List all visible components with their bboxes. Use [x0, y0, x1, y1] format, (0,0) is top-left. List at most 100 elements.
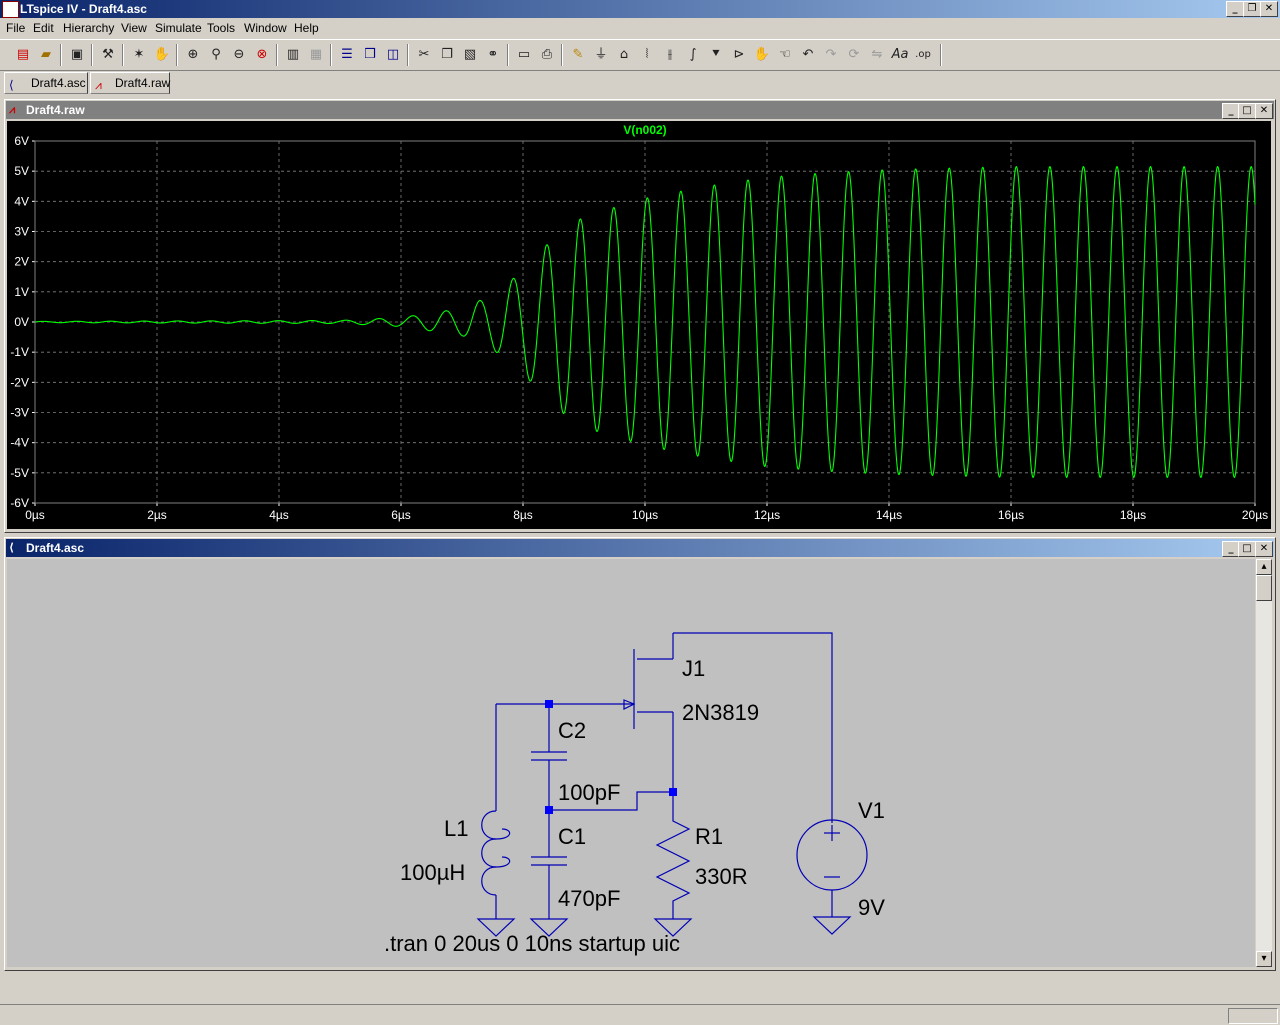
mirror-icon[interactable]: ⇋ — [867, 45, 887, 65]
autorange-icon[interactable]: ▥ — [283, 45, 303, 65]
waveform-window[interactable]: ⩘ Draft4.raw _ □ ✕ 6V 5V 4V 3V 2V 1V 0V -1V -2V -… — [4, 99, 1276, 533]
drag-icon[interactable]: ☜ — [775, 45, 795, 65]
paste-icon[interactable]: ▧ — [460, 45, 480, 65]
tab-draft4-raw[interactable]: ⩘ Draft4.raw — [90, 72, 170, 94]
schematic-window-title: Draft4.asc — [26, 541, 85, 555]
y-tick-label: -5V — [10, 466, 29, 480]
zoom-area-icon[interactable]: ⚲ — [206, 45, 226, 65]
find-icon[interactable]: ⚭ — [483, 45, 503, 65]
y-tick-label: 2V — [14, 255, 29, 269]
diode-icon[interactable]: ⯆ — [706, 45, 726, 65]
halt-icon[interactable]: ✋ — [152, 45, 172, 65]
capacitor-icon[interactable]: ⫲ — [660, 45, 680, 65]
y-tick-label: 0V — [14, 315, 29, 329]
waveform-plot[interactable]: 6V5V4V3V2V1V0V-1V-2V-3V-4V-5V-6V0µs 2µs 4µ… — [7, 121, 1271, 529]
c1-value-label[interactable]: 470pF — [558, 886, 620, 911]
control-panel-icon[interactable]: ⚒ — [98, 45, 118, 65]
new-schematic-icon[interactable]: ▤ — [13, 45, 33, 65]
x-tick-label: 4µs — [269, 508, 289, 522]
minimize-button[interactable]: _ — [1226, 1, 1244, 17]
open-icon[interactable]: ▰ — [36, 45, 56, 65]
trace-title[interactable]: V(n002) — [623, 123, 666, 137]
v1-ref-label[interactable]: V1 — [858, 798, 885, 823]
spice-directive[interactable]: .tran 0 20us 0 10ns startup uic — [384, 931, 680, 956]
schematic-canvas[interactable]: J1 2N3819 C2 100pF C1 470pF L1 100µH R1 … — [7, 559, 1255, 967]
scroll-thumb[interactable] — [1256, 575, 1272, 601]
menu-help[interactable]: Help — [294, 21, 319, 35]
menu-tools[interactable]: Tools — [207, 21, 235, 35]
rotate-icon[interactable]: ⟳ — [844, 45, 864, 65]
l1-ref-label[interactable]: L1 — [444, 816, 468, 841]
status-bar — [0, 1004, 1280, 1025]
tab-label: Draft4.asc — [31, 76, 86, 90]
move-icon[interactable]: ✋ — [752, 45, 772, 65]
close-button[interactable]: ✕ — [1255, 103, 1273, 119]
menu-edit[interactable]: Edit — [33, 21, 54, 35]
menu-simulate[interactable]: Simulate — [155, 21, 202, 35]
schematic-window[interactable]: ⟨ Draft4.asc _ □ ✕ J1 2N3819 C2 100pF C1… — [4, 537, 1276, 971]
copy-icon[interactable]: ❐ — [437, 45, 457, 65]
toolbar: ▤ ▰ ▣ ⚒ ✶ ✋ ⊕ ⚲ ⊖ ⊗ ▥ ▦ ☰ ❒ ◫ ✂ ❐ ▧ ⚭ ▭ … — [0, 39, 1280, 71]
restore-button[interactable]: ❐ — [1243, 1, 1261, 17]
resistor-icon[interactable]: ⦚ — [637, 45, 657, 65]
menu-view[interactable]: View — [121, 21, 147, 35]
print-setup-icon[interactable]: ▭ — [514, 45, 534, 65]
r1-value-label[interactable]: 330R — [695, 864, 748, 889]
waveform-window-titlebar[interactable]: ⩘ Draft4.raw _ □ ✕ — [6, 101, 1274, 119]
spice-directive-icon[interactable]: .op — [913, 45, 933, 65]
l1-value-label[interactable]: 100µH — [400, 860, 465, 885]
waveform-icon: ⩘ — [9, 103, 16, 116]
tile-vertical-icon[interactable]: ◫ — [383, 45, 403, 65]
draw-wire-icon[interactable]: ✎ — [568, 45, 588, 65]
label-net-icon[interactable]: ⌂ — [614, 45, 634, 65]
r1-ref-label[interactable]: R1 — [695, 824, 723, 849]
maximize-button[interactable]: □ — [1238, 541, 1256, 557]
redo-icon[interactable]: ↷ — [821, 45, 841, 65]
v1-value-label[interactable]: 9V — [858, 895, 885, 920]
menu-file[interactable]: File — [6, 21, 25, 35]
run-icon[interactable]: ✶ — [129, 45, 149, 65]
component-icon[interactable]: ⊳ — [729, 45, 749, 65]
j1-value-label[interactable]: 2N3819 — [682, 700, 759, 725]
maximize-button[interactable]: □ — [1238, 103, 1256, 119]
menu-window[interactable]: Window — [244, 21, 287, 35]
y-tick-label: -1V — [10, 345, 29, 359]
cut-icon[interactable]: ✂ — [414, 45, 434, 65]
x-tick-label: 18µs — [1120, 508, 1146, 522]
c1-ref-label[interactable]: C1 — [558, 824, 586, 849]
j1-ref-label[interactable]: J1 — [682, 656, 705, 681]
y-tick-label: 6V — [14, 134, 29, 148]
y-tick-label: 3V — [14, 225, 29, 239]
ground-icon[interactable]: ⏚ — [591, 45, 611, 65]
waveform-window-title: Draft4.raw — [26, 103, 85, 117]
schematic-window-titlebar[interactable]: ⟨ Draft4.asc _ □ ✕ — [6, 539, 1274, 557]
zoom-out-icon[interactable]: ⊖ — [229, 45, 249, 65]
inductor-icon[interactable]: ∫ — [683, 45, 703, 65]
grid-icon[interactable]: ▦ — [306, 45, 326, 65]
ltspice-app-icon[interactable] — [2, 1, 19, 18]
tab-draft4-asc[interactable]: ⟨ Draft4.asc — [4, 72, 88, 94]
scroll-down-button[interactable]: ▾ — [1256, 951, 1272, 967]
schematic-icon: ⟨ — [9, 78, 14, 92]
print-icon[interactable]: ⎙ — [537, 45, 557, 65]
tile-horizontal-icon[interactable]: ☰ — [337, 45, 357, 65]
x-tick-label: 20µs — [1242, 508, 1268, 522]
close-button[interactable]: ✕ — [1260, 1, 1278, 17]
scroll-up-button[interactable]: ▴ — [1256, 559, 1272, 575]
menu-hierarchy[interactable]: Hierarchy — [63, 21, 114, 35]
close-button[interactable]: ✕ — [1255, 541, 1273, 557]
vertical-scrollbar[interactable]: ▴ ▾ — [1256, 559, 1272, 967]
c2-ref-label[interactable]: C2 — [558, 718, 586, 743]
y-tick-label: 4V — [14, 194, 29, 208]
c2-value-label[interactable]: 100pF — [558, 780, 620, 805]
cascade-icon[interactable]: ❒ — [360, 45, 380, 65]
text-icon[interactable]: Aa — [890, 45, 910, 65]
x-tick-label: 16µs — [998, 508, 1024, 522]
zoom-fit-icon[interactable]: ⊗ — [252, 45, 272, 65]
undo-icon[interactable]: ↶ — [798, 45, 818, 65]
zoom-in-icon[interactable]: ⊕ — [183, 45, 203, 65]
waveform-icon: ⩘ — [95, 78, 102, 92]
save-icon[interactable]: ▣ — [67, 45, 87, 65]
y-tick-label: -3V — [10, 406, 29, 420]
menu-bar: File Edit Hierarchy View Simulate Tools … — [0, 18, 1280, 38]
